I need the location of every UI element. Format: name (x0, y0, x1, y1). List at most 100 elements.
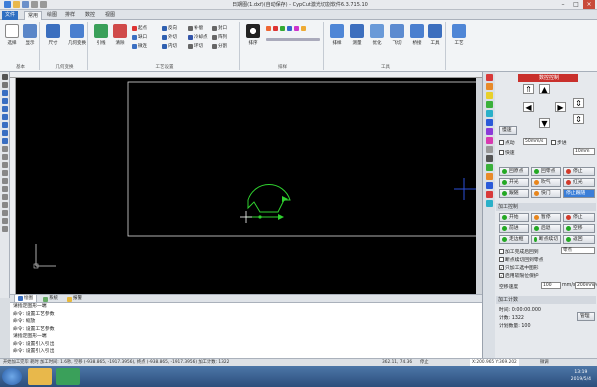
backward-button[interactable]: 后退 (531, 224, 561, 233)
return-origin-button[interactable]: 回原点 (499, 167, 529, 176)
stop-follow-button[interactable]: 停止跟随 (563, 189, 595, 198)
layer-tab-blue[interactable] (485, 119, 493, 126)
tools-button[interactable]: 工具 (426, 24, 444, 56)
nest-button[interactable]: 排样 (328, 24, 346, 56)
tab-draw[interactable]: 绘图 (44, 11, 60, 20)
pointer-icon[interactable] (1, 74, 8, 80)
line-icon[interactable] (1, 90, 8, 96)
scale-icon[interactable] (1, 178, 8, 184)
layer-tab-purple[interactable] (485, 128, 493, 135)
jog-checkbox[interactable] (499, 140, 504, 145)
layer-tab-green[interactable] (485, 101, 493, 108)
cooling-button[interactable]: 冷却点 (188, 33, 208, 41)
stop-process-button[interactable]: 停止 (563, 213, 595, 222)
display-button[interactable]: 显示 (21, 24, 39, 56)
measure-button[interactable]: 测量 (348, 24, 366, 56)
extend-icon[interactable] (1, 202, 8, 208)
manage-button[interactable]: 管理 (577, 312, 595, 321)
inner-button[interactable]: 内切 (162, 42, 177, 50)
layer-tab-pink[interactable] (485, 137, 493, 144)
cut-path-part[interactable] (240, 184, 291, 223)
point-icon[interactable] (1, 146, 8, 152)
flycut-button[interactable]: 飞切 (388, 24, 406, 56)
star-icon[interactable] (1, 130, 8, 136)
step-checkbox[interactable] (551, 140, 556, 145)
speed1-input[interactable]: 100 (541, 282, 561, 289)
layer-tab-cyan2[interactable] (485, 200, 493, 207)
circle-icon[interactable] (1, 98, 8, 104)
option-checkbox[interactable] (499, 257, 504, 262)
compensate-button[interactable]: 补偿 (188, 24, 203, 32)
explode-icon[interactable] (1, 218, 8, 224)
follow-button[interactable]: 跟随 (499, 189, 529, 198)
redo-icon[interactable] (40, 1, 47, 8)
nest-slider[interactable] (266, 38, 320, 41)
polygon-icon[interactable] (1, 122, 8, 128)
transform-button[interactable]: 几何变换 (66, 24, 88, 56)
arc-icon[interactable] (1, 106, 8, 112)
empty-move-button[interactable]: 空移 (563, 224, 595, 233)
open-icon[interactable] (13, 1, 20, 8)
layer-tab-gray[interactable] (485, 146, 493, 153)
process-button[interactable]: 工艺 (450, 24, 468, 56)
pause-button[interactable]: 暂停 (531, 213, 561, 222)
node-edit-icon[interactable] (1, 82, 8, 88)
layer-colors[interactable] (266, 24, 306, 32)
shutter-button[interactable]: 快门 (531, 189, 561, 198)
tab-view[interactable]: 视图 (102, 11, 118, 20)
return-button[interactable]: 返回 (563, 235, 595, 244)
jog-right-button[interactable]: ▶ (555, 102, 566, 112)
layer-tab-red2[interactable] (485, 191, 493, 198)
reverse-button[interactable]: 反向 (162, 24, 177, 32)
walk-frame-button[interactable]: 走边框 (499, 235, 529, 244)
close-icon[interactable]: × (583, 0, 595, 9)
microjoint-button[interactable]: 微连 (132, 42, 147, 50)
jog-left-button[interactable]: ◀ (523, 102, 534, 112)
layer-tab-yellow[interactable] (485, 92, 493, 99)
maximize-icon[interactable]: □ (570, 0, 582, 9)
sort-button[interactable]: 排序 (244, 24, 262, 56)
clear-button[interactable]: 清除 (111, 24, 129, 56)
rotate-icon[interactable] (1, 162, 8, 168)
size-button[interactable]: 尺寸 (44, 24, 62, 56)
explorer-icon[interactable] (28, 368, 52, 385)
gas-button[interactable]: 吹气 (531, 178, 561, 187)
tab-file[interactable]: 文件 (2, 11, 19, 20)
jog-z-up-button[interactable]: ⇕ (573, 98, 584, 108)
stop-button[interactable]: 停止 (563, 167, 595, 176)
option-checkbox[interactable]: ✓ (499, 265, 504, 270)
cypcut-taskbar-icon[interactable] (56, 368, 80, 385)
trim-icon[interactable] (1, 194, 8, 200)
tab-cnc[interactable]: 数控 (82, 11, 98, 20)
jog-up-button[interactable]: ▲ (539, 84, 550, 94)
fast-checkbox[interactable] (499, 150, 504, 155)
tab-home[interactable]: 常用 (24, 11, 43, 20)
ring-button[interactable]: 环切 (188, 42, 203, 50)
outer-button[interactable]: 外切 (162, 33, 177, 41)
select-button[interactable]: 选择 (3, 24, 21, 56)
option-checkbox[interactable] (499, 249, 504, 254)
layer-tab-green2[interactable] (485, 164, 493, 171)
join-icon[interactable] (1, 210, 8, 216)
delete-icon[interactable] (1, 226, 8, 232)
layer-tab-blue2[interactable] (485, 182, 493, 189)
minimize-icon[interactable]: – (557, 0, 569, 9)
start-icon[interactable] (2, 368, 22, 385)
option-checkbox[interactable]: ✓ (499, 273, 504, 278)
drawing-canvas[interactable] (16, 78, 476, 294)
align-icon[interactable] (1, 170, 8, 176)
layer-tab-cyan[interactable] (485, 110, 493, 117)
layer-tab-orange2[interactable] (485, 173, 493, 180)
optimize-button[interactable]: 优化 (368, 24, 386, 56)
array-button[interactable]: 阵列 (212, 33, 227, 41)
light-button[interactable]: 开光 (499, 178, 529, 187)
split-button[interactable]: 分割 (212, 42, 227, 50)
layer-tab-red[interactable] (485, 74, 493, 81)
breakpoint-button[interactable]: 断点续切 (531, 235, 561, 244)
start-point-button[interactable]: 起点 (132, 24, 147, 32)
lead-button[interactable]: 引线 (92, 24, 110, 56)
jog-speed-button[interactable]: 慢速 (499, 126, 517, 135)
gap-button[interactable]: 缺口 (132, 33, 147, 41)
return-to-select[interactable]: 零点 (561, 247, 595, 254)
layer-tab-orange[interactable] (485, 83, 493, 90)
